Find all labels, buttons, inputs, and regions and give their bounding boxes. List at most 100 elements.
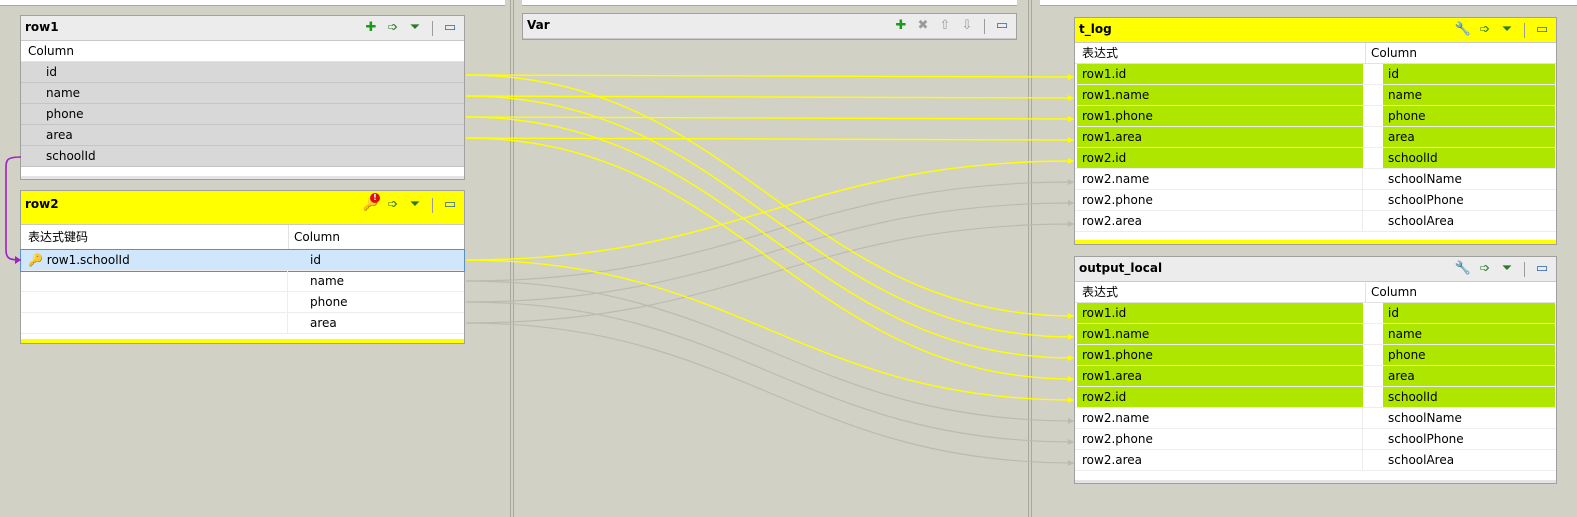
expression-cell[interactable]: row2.phone xyxy=(1077,429,1363,449)
divider-left[interactable] xyxy=(510,0,511,517)
filter-icon[interactable]: ⏷ xyxy=(1499,261,1515,277)
output-local-header: output_local 🔧 ➩ ⏷ ▭ xyxy=(1075,257,1556,282)
output-row[interactable]: row2.phone schoolPhone xyxy=(1075,429,1556,450)
output-row[interactable]: row2.area schoolArea xyxy=(1075,450,1556,471)
row2-expr-empty[interactable] xyxy=(23,292,288,312)
output-row[interactable]: row1.area area xyxy=(1075,127,1556,148)
auto-map-icon[interactable]: ➩ xyxy=(1477,22,1493,38)
expression-cell[interactable]: row1.id xyxy=(1077,64,1363,84)
row1-row-id[interactable]: id xyxy=(21,62,464,83)
row1-row-phone[interactable]: phone xyxy=(21,104,464,125)
move-down-icon[interactable]: ⇩ xyxy=(959,18,975,34)
row2-footer xyxy=(21,339,464,343)
auto-map-icon[interactable]: ➩ xyxy=(385,197,401,213)
add-icon[interactable]: ✚ xyxy=(893,18,909,34)
key-warning-icon[interactable]: 🔑! xyxy=(363,193,380,213)
row2-expr-empty[interactable] xyxy=(23,271,288,291)
expression-cell[interactable]: row1.area xyxy=(1077,127,1363,147)
t-log-rows: row1.id id row1.name name row1.phone phone row… xyxy=(1075,64,1556,232)
expression-cell[interactable]: row2.area xyxy=(1077,211,1363,231)
output-local-column-header: 表达式 Column xyxy=(1075,282,1556,303)
minimize-icon[interactable]: ▭ xyxy=(1534,261,1550,277)
output-local-table[interactable]: output_local 🔧 ➩ ⏷ ▭ 表达式 Column row1.id i… xyxy=(1074,256,1557,484)
column-header-label: Column xyxy=(288,225,340,249)
row2-row-name[interactable]: name xyxy=(21,271,464,292)
remove-icon[interactable]: ✖ xyxy=(915,18,931,34)
minimize-icon[interactable]: ▭ xyxy=(442,20,458,36)
row2-table[interactable]: row2 🔑! ➩ ⏷ ▭ 表达式键码 Column 🔑 row1.school… xyxy=(20,190,465,344)
mapping-link xyxy=(465,259,1075,401)
expression-header: 表达式 xyxy=(1082,46,1119,60)
mapping-link xyxy=(465,74,1075,317)
row1-col-phone: phone xyxy=(46,107,84,121)
column-name-cell: id xyxy=(1383,64,1555,84)
minimize-icon[interactable]: ▭ xyxy=(994,18,1010,34)
output-row[interactable]: row2.name schoolName xyxy=(1075,169,1556,190)
output-row[interactable]: row2.phone schoolPhone xyxy=(1075,190,1556,211)
expression-cell[interactable]: row2.name xyxy=(1077,408,1363,428)
row1-row-area[interactable]: area xyxy=(21,125,464,146)
column-name-cell: area xyxy=(1383,127,1555,147)
wrench-icon[interactable]: 🔧 xyxy=(1455,261,1471,277)
row2-expr-key[interactable]: 🔑 row1.schoolId xyxy=(23,250,288,270)
output-row[interactable]: row2.name schoolName xyxy=(1075,408,1556,429)
output-row[interactable]: row1.id id xyxy=(1075,64,1556,85)
column-name-cell: phone xyxy=(1383,106,1555,126)
divider-right[interactable] xyxy=(1028,0,1029,517)
output-row[interactable]: row1.name name xyxy=(1075,85,1556,106)
output-row[interactable]: row2.id schoolId xyxy=(1075,148,1556,169)
row1-row-schoolId[interactable]: schoolId xyxy=(21,146,464,167)
wrench-icon[interactable]: 🔧 xyxy=(1455,22,1471,38)
toolbar-separator xyxy=(984,18,985,34)
output-row[interactable]: row1.id id xyxy=(1075,303,1556,324)
column-name-cell: name xyxy=(1383,324,1555,344)
expression-cell[interactable]: row2.id xyxy=(1077,148,1363,168)
output-row[interactable]: row1.phone phone xyxy=(1075,106,1556,127)
expression-cell[interactable]: row1.phone xyxy=(1077,345,1363,365)
minimize-icon[interactable]: ▭ xyxy=(1534,22,1550,38)
warning-badge: ! xyxy=(370,193,380,203)
var-table[interactable]: Var ✚ ✖ ⇧ ⇩ ▭ xyxy=(522,13,1017,40)
input-top-strip xyxy=(0,0,505,6)
expression-cell[interactable]: row2.area xyxy=(1077,450,1363,470)
mapping-link xyxy=(465,137,1075,141)
column-name-cell: schoolPhone xyxy=(1388,193,1464,207)
expression-cell[interactable]: row2.phone xyxy=(1077,190,1363,210)
row1-col-id: id xyxy=(46,65,57,79)
filter-icon[interactable]: ⏷ xyxy=(407,197,423,213)
column-name-cell: schoolName xyxy=(1388,411,1462,425)
mapping-link xyxy=(465,95,1075,99)
minimize-icon[interactable]: ▭ xyxy=(442,197,458,213)
row2-row-phone[interactable]: phone xyxy=(21,292,464,313)
mapping-link xyxy=(465,280,1075,422)
add-column-icon[interactable]: ✚ xyxy=(363,20,379,36)
expression-cell[interactable]: row1.phone xyxy=(1077,106,1363,126)
output-row[interactable]: row1.name name xyxy=(1075,324,1556,345)
output-row[interactable]: row1.phone phone xyxy=(1075,345,1556,366)
output-row[interactable]: row2.id schoolId xyxy=(1075,387,1556,408)
row1-table[interactable]: row1 ✚ ➩ ⏷ ▭ Column id name phone area s… xyxy=(20,15,465,180)
row2-expr-empty[interactable] xyxy=(23,313,288,333)
column-name-cell: schoolName xyxy=(1388,172,1462,186)
move-up-icon[interactable]: ⇧ xyxy=(937,18,953,34)
filter-icon[interactable]: ⏷ xyxy=(407,20,423,36)
mapping-link xyxy=(465,322,1075,464)
auto-map-icon[interactable]: ➩ xyxy=(1477,261,1493,277)
filter-icon[interactable]: ⏷ xyxy=(1499,22,1515,38)
expression-cell[interactable]: row1.area xyxy=(1077,366,1363,386)
mapping-link xyxy=(465,95,1075,338)
expression-cell[interactable]: row1.name xyxy=(1077,324,1363,344)
auto-map-icon[interactable]: ➩ xyxy=(385,20,401,36)
row1-row-name[interactable]: name xyxy=(21,83,464,104)
t-log-table[interactable]: t_log 🔧 ➩ ⏷ ▭ 表达式 Column row1.id id row1.n… xyxy=(1074,17,1557,245)
row2-col-phone: phone xyxy=(310,295,348,309)
expression-cell[interactable]: row2.id xyxy=(1077,387,1363,407)
output-row[interactable]: row1.area area xyxy=(1075,366,1556,387)
row2-row-id[interactable]: 🔑 row1.schoolId id xyxy=(20,249,465,272)
output-row[interactable]: row2.area schoolArea xyxy=(1075,211,1556,232)
expression-cell[interactable]: row2.name xyxy=(1077,169,1363,189)
row2-row-area[interactable]: area xyxy=(21,313,464,334)
row2-col-id: id xyxy=(310,253,321,267)
expression-cell[interactable]: row1.id xyxy=(1077,303,1363,323)
expression-cell[interactable]: row1.name xyxy=(1077,85,1363,105)
